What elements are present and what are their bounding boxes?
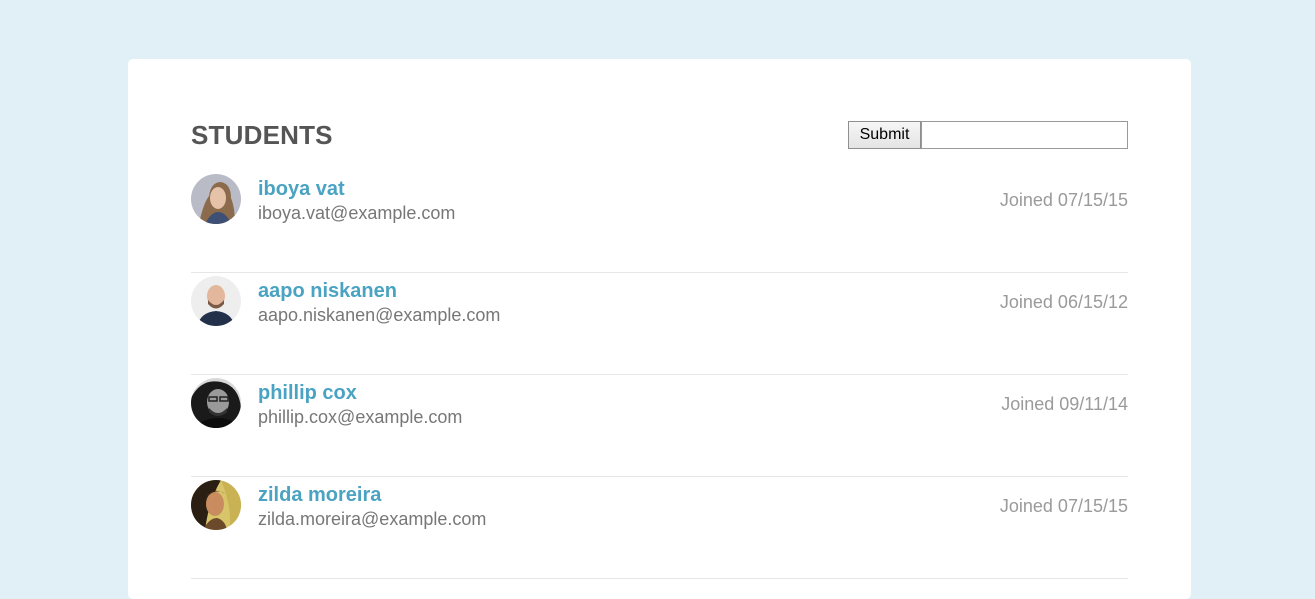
joined-date: Joined 09/11/14 [1001, 394, 1128, 414]
student-email: aapo.niskanen@example.com [258, 305, 501, 325]
student-name-link[interactable]: phillip cox [258, 382, 357, 404]
student-row: zilda moreira zilda.moreira@example.com … [191, 477, 1128, 579]
student-email: iboya.vat@example.com [258, 203, 456, 223]
student-name-link[interactable]: iboya vat [258, 178, 345, 200]
avatar [191, 480, 241, 530]
avatar [191, 378, 241, 428]
student-row: iboya vat iboya.vat@example.com Joined 0… [191, 171, 1128, 273]
students-header: STUDENTS Submit [191, 59, 1128, 171]
student-name-link[interactable]: zilda moreira [258, 484, 381, 506]
joined-date: Joined 07/15/15 [999, 190, 1128, 210]
search-input[interactable] [921, 121, 1128, 149]
student-email: zilda.moreira@example.com [258, 509, 487, 529]
joined-date: Joined 06/15/12 [999, 292, 1128, 312]
student-row: phillip cox phillip.cox@example.com Join… [191, 375, 1128, 477]
submit-button[interactable]: Submit [848, 121, 921, 149]
joined-date: Joined 07/15/15 [999, 496, 1128, 516]
students-card: STUDENTS Submit iboya vat iboya.vat@exam… [128, 59, 1191, 599]
search-form: Submit [848, 121, 1128, 149]
students-panel: STUDENTS Submit iboya vat iboya.vat@exam… [191, 59, 1128, 579]
student-name-link[interactable]: aapo niskanen [258, 280, 397, 302]
avatar [191, 276, 241, 326]
student-row: aapo niskanen aapo.niskanen@example.com … [191, 273, 1128, 375]
page-title: STUDENTS [191, 120, 333, 150]
student-email: phillip.cox@example.com [258, 407, 463, 427]
avatar [191, 174, 241, 224]
